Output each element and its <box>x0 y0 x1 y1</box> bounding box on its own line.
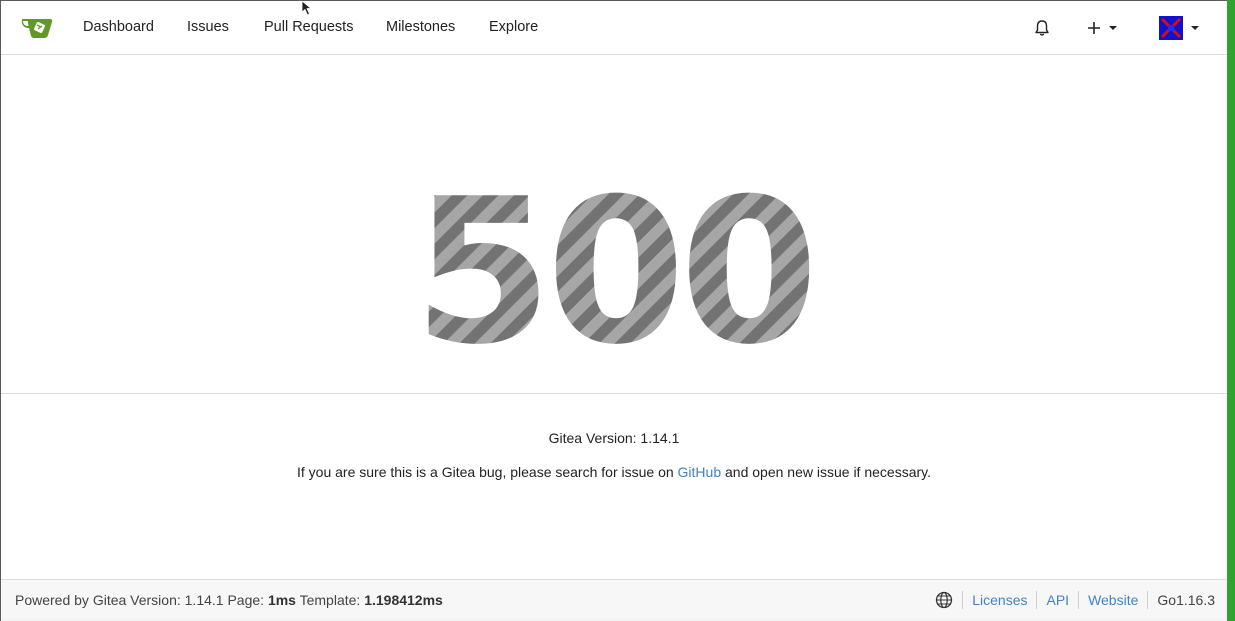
globe-icon[interactable] <box>935 591 953 609</box>
bug-report-help-text: If you are sure this is a Gitea bug, ple… <box>1 464 1227 480</box>
page-render-time: 1ms <box>267 592 296 608</box>
nav-dashboard[interactable]: Dashboard <box>83 1 154 54</box>
footer-divider <box>1147 591 1149 609</box>
page-footer: Powered by Gitea Version: 1.14.1 Page: 1… <box>1 579 1227 620</box>
top-navbar: Dashboard Issues Pull Requests Milestone… <box>1 1 1227 55</box>
footer-divider <box>1036 591 1038 609</box>
gitea-logo-icon[interactable] <box>20 14 54 40</box>
user-menu-dropdown[interactable] <box>1159 1 1199 54</box>
error-code-text: 500 <box>413 156 812 389</box>
error-code-panel: 500 <box>1 55 1227 394</box>
github-link[interactable]: GitHub <box>678 464 722 480</box>
footer-licenses-link[interactable]: Licenses <box>972 592 1027 608</box>
chevron-down-icon <box>1191 25 1199 30</box>
footer-powered-by: Powered by Gitea Version: 1.14.1 Page: 1… <box>15 580 443 620</box>
help-text-suffix: and open new issue if necessary. <box>721 464 931 480</box>
template-label: Template: <box>295 592 365 608</box>
browser-viewport: Dashboard Issues Pull Requests Milestone… <box>0 0 1235 621</box>
gitea-version-text: Gitea Version: 1.14.1 <box>548 430 680 446</box>
nav-milestones[interactable]: Milestones <box>386 1 455 54</box>
footer-divider <box>962 591 964 609</box>
footer-website-link[interactable]: Website <box>1088 592 1138 608</box>
nav-issues[interactable]: Issues <box>187 1 229 54</box>
plus-icon <box>1088 21 1100 34</box>
nav-explore[interactable]: Explore <box>489 1 538 54</box>
avatar <box>1159 15 1183 40</box>
error-code-graphic: 500 <box>413 156 818 389</box>
footer-api-link[interactable]: API <box>1046 592 1069 608</box>
template-render-time: 1.198412ms <box>364 592 443 608</box>
go-version-text: Go1.16.3 <box>1157 592 1215 608</box>
window-edge <box>1227 0 1235 621</box>
bell-icon <box>1035 19 1049 36</box>
mouse-cursor-icon <box>301 1 313 16</box>
create-new-dropdown[interactable] <box>1087 1 1117 54</box>
footer-divider <box>1078 591 1080 609</box>
powered-by-text: Powered by Gitea Version: 1.14.1 Page: <box>15 592 268 608</box>
chevron-down-icon <box>1109 25 1117 30</box>
footer-links: Licenses API Website Go1.16.3 <box>935 580 1215 620</box>
notifications-button[interactable] <box>1033 1 1051 54</box>
help-text-prefix: If you are sure this is a Gitea bug, ple… <box>297 464 678 480</box>
